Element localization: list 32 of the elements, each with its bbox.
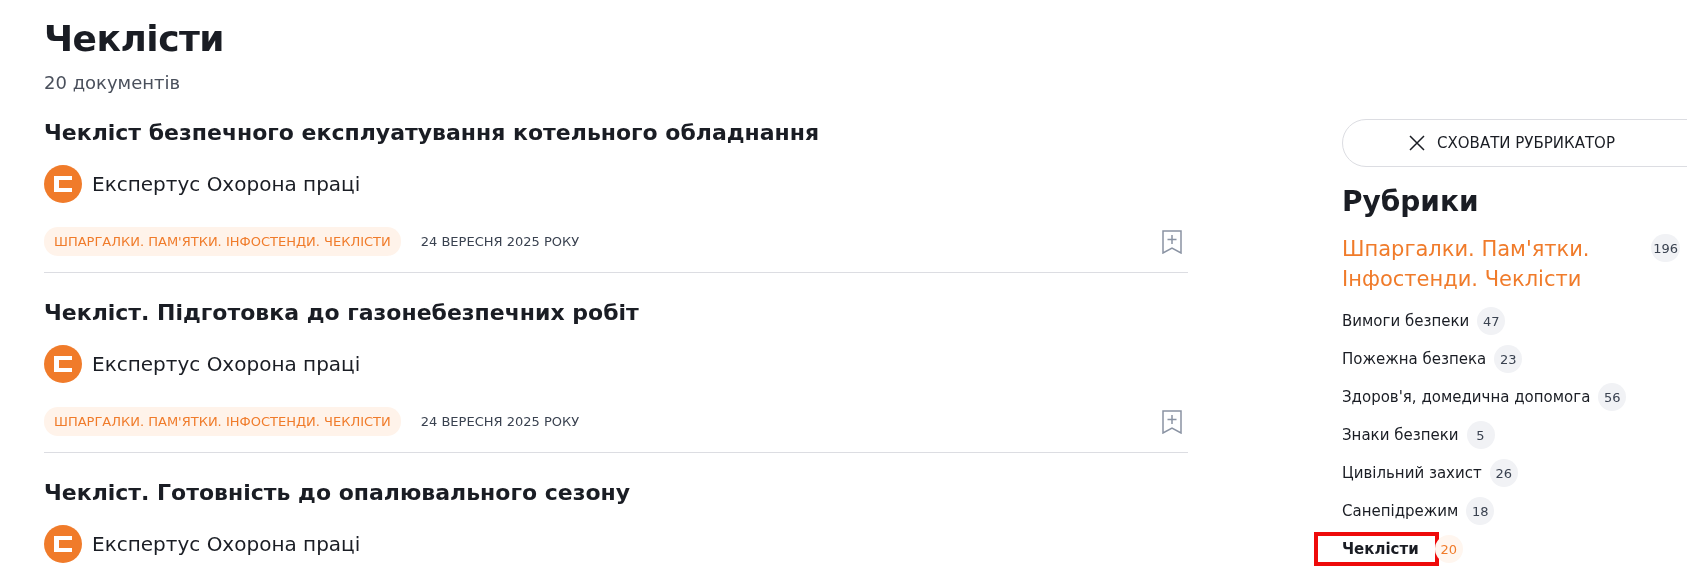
article-title[interactable]: Чекліст безпечного експлуатування котельного обладнання (44, 119, 820, 147)
bookmark-add-icon[interactable] (1162, 409, 1182, 434)
count-badge: 18 (1466, 497, 1495, 525)
source-name[interactable]: Експертус Охорона праці (92, 532, 361, 556)
logo-icon (44, 345, 82, 383)
count-badge: 26 (1489, 459, 1518, 487)
count-badge: 56 (1598, 383, 1627, 411)
category-link[interactable]: Пожежна безпека (1342, 350, 1487, 368)
logo-icon (44, 165, 82, 203)
article-date: 24 ВЕРЕСНЯ 2025 РОКУ (420, 234, 580, 249)
sidebar-heading: Рубрики (1342, 185, 1479, 218)
hide-rubricator-button[interactable]: СХОВАТИ РУБРИКАТОР (1342, 119, 1687, 167)
category-link[interactable]: Знаки безпеки (1342, 426, 1459, 444)
bookmark-add-icon[interactable] (1162, 229, 1182, 254)
count-badge: 196 (1651, 234, 1680, 262)
category-link[interactable]: Вимоги безпеки (1342, 312, 1470, 330)
count-badge: 20 (1434, 535, 1463, 563)
category-link[interactable]: Санепідрежим (1342, 502, 1459, 520)
count-badge: 47 (1477, 307, 1506, 335)
close-icon (1409, 135, 1426, 151)
document-count: 20 документів (44, 72, 181, 93)
article-title[interactable]: Чекліст. Готовність до опалювального сезону (44, 479, 631, 507)
article-title[interactable]: Чекліст. Підготовка до газонебезпечних робіт (44, 299, 639, 327)
count-badge: 23 (1494, 345, 1523, 373)
category-link[interactable]: Цивільний захист (1342, 464, 1482, 482)
category-link[interactable]: Здоров'я, домедична допомога (1342, 388, 1591, 406)
source-name[interactable]: Експертус Охорона праці (92, 352, 361, 376)
source-name[interactable]: Експертус Охорона праці (92, 172, 361, 196)
logo-icon (44, 525, 82, 563)
article-date: 24 ВЕРЕСНЯ 2025 РОКУ (420, 414, 580, 429)
page-title: Чеклісти (44, 17, 225, 61)
count-badge: 5 (1466, 421, 1495, 449)
